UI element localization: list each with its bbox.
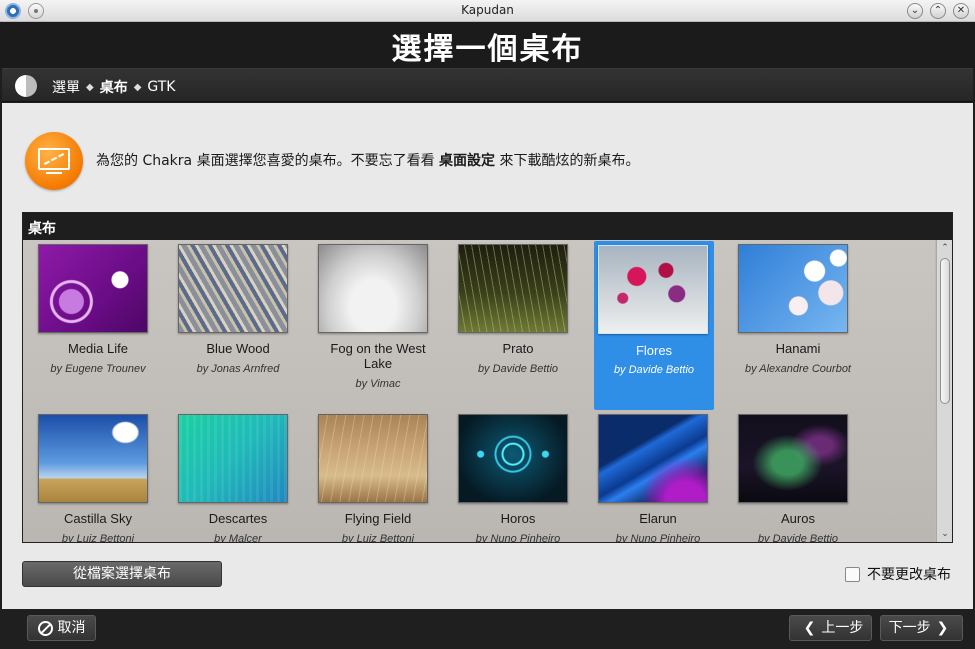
wallpaper-thumbnail (38, 414, 148, 503)
keep-wallpaper-option[interactable]: 不要更改桌布 (845, 564, 951, 584)
wallpaper-item-blue-wood[interactable]: Blue Wood by Jonas Arnfred (168, 240, 288, 410)
close-button[interactable]: ✕ (953, 3, 969, 19)
wallpaper-name: Horos (500, 511, 536, 526)
wallpaper-author: by Nuno Pinheiro (475, 533, 561, 542)
wallpaper-group-heading: 桌布 (23, 213, 952, 240)
wallpaper-author: by Eugene Trounev (50, 363, 146, 375)
intro-text: 為您的 Chakra 桌面選擇您喜愛的桌布。不要忘了看看 桌面設定 來下載酷炫的… (96, 150, 639, 170)
wallpaper-grid[interactable]: Media Life by Eugene Trounev Blue Wood b… (23, 240, 935, 542)
wallpaper-author: by Davide Bettio (757, 533, 839, 542)
wallpaper-item-media-life[interactable]: Media Life by Eugene Trounev (28, 240, 148, 410)
footer-bar: 取消 ❮ 上一步 下一步 ❯ (0, 609, 975, 649)
next-button[interactable]: 下一步 ❯ (880, 615, 963, 641)
wallpaper-name: Prato (502, 341, 534, 356)
wallpaper-item-elarun[interactable]: Elarun by Nuno Pinheiro (588, 410, 708, 542)
chakra-moon-icon (15, 75, 37, 97)
wallpaper-item-flying-field[interactable]: Flying Field by Luiz Bettoni (308, 410, 428, 542)
chevron-left-icon: ❮ (803, 620, 816, 636)
wallpaper-item-castilla-sky[interactable]: Castilla Sky by Luiz Bettoni (28, 410, 148, 542)
wallpaper-thumbnail (318, 244, 428, 333)
wallpaper-thumbnail (318, 414, 428, 503)
wallpaper-thumbnail (458, 244, 568, 333)
wallpaper-name: Flores (635, 343, 673, 358)
wallpaper-name: Hanami (775, 341, 821, 356)
wallpaper-thumbnail (178, 414, 288, 503)
wallpaper-author: by Malcer (214, 533, 262, 542)
wallpaper-item-hanami[interactable]: Hanami by Alexandre Courbot (728, 240, 851, 410)
wallpaper-thumbnail (458, 414, 568, 503)
wallpaper-author: by Luiz Bettoni (341, 533, 415, 542)
wallpaper-group: 桌布 Media Life by Eugene Trounev Blue Woo… (22, 212, 953, 543)
scroll-up-icon[interactable]: ⌃ (938, 241, 952, 255)
vertical-scrollbar[interactable]: ⌃ ⌄ (936, 240, 952, 542)
page-title: 選擇一個桌布 (391, 32, 584, 67)
cancel-label: 取消 (57, 620, 86, 636)
wallpaper-thumbnail (738, 244, 848, 333)
wallpaper-thumbnail (598, 245, 708, 334)
wallpaper-thumbnail (598, 414, 708, 503)
minimize-button[interactable]: ⌄ (907, 3, 923, 19)
wallpaper-author: by Vimac (355, 378, 401, 390)
wallpaper-name: Fog on the West Lake (330, 341, 426, 371)
wallpaper-author: by Davide Bettio (613, 364, 695, 376)
wallpaper-item-descartes[interactable]: Descartes by Malcer (168, 410, 288, 542)
wallpaper-author: by Nuno Pinheiro (615, 533, 701, 542)
scroll-down-icon[interactable]: ⌄ (938, 527, 952, 541)
breadcrumb-item-menu: 選單 (52, 80, 80, 96)
cancel-button[interactable]: 取消 (27, 615, 96, 641)
wallpaper-name: Media Life (68, 341, 128, 356)
wallpaper-author: by Luiz Bettoni (61, 533, 135, 542)
wallpaper-name: Blue Wood (206, 341, 270, 356)
intro-text-part: 來下載酷炫的新桌布。 (495, 153, 640, 169)
wallpaper-icon (25, 132, 83, 190)
window-title: Kapudan (461, 3, 514, 17)
next-label: 下一步 (888, 620, 931, 636)
breadcrumb-item-next: GTK (147, 79, 176, 95)
wallpaper-name: Castilla Sky (64, 511, 132, 526)
desktop-settings-link: 桌面設定 (439, 153, 496, 169)
wallpaper-thumbnail (178, 244, 288, 333)
wallpaper-author: by Alexandre Courbot (745, 363, 851, 375)
wallpaper-item-flores[interactable]: Flores by Davide Bettio (594, 241, 714, 410)
wallpaper-item-prato[interactable]: Prato by Davide Bettio (448, 240, 568, 410)
wallpaper-name: Flying Field (344, 511, 412, 526)
cancel-icon (37, 620, 53, 636)
window-titlebar[interactable]: Kapudan ⌄ ⌃ ✕ (0, 0, 975, 22)
breadcrumb-separator-icon: ◆ (86, 81, 94, 93)
wallpaper-item-auros[interactable]: Auros by Davide Bettio (728, 410, 848, 542)
breadcrumb: 選單 ◆ 桌布 ◆ GTK (2, 68, 973, 102)
breadcrumb-separator-icon: ◆ (133, 81, 142, 93)
wallpaper-name: Descartes (208, 511, 268, 526)
wallpaper-name: Elarun (639, 511, 677, 526)
back-button[interactable]: ❮ 上一步 (789, 615, 872, 641)
main-panel: 為您的 Chakra 桌面選擇您喜愛的桌布。不要忘了看看 桌面設定 來下載酷炫的… (2, 103, 973, 609)
wallpaper-name: Auros (781, 511, 815, 526)
keep-wallpaper-label: 不要更改桌布 (867, 567, 951, 583)
wallpaper-thumbnail (38, 244, 148, 333)
page-header: 選擇一個桌布 (0, 22, 975, 68)
intro-text-part: 為您的 Chakra 桌面選擇您喜愛的桌布。不要忘了看看 (96, 153, 440, 169)
keep-wallpaper-checkbox[interactable] (845, 566, 860, 582)
wallpaper-item-horos[interactable]: Horos by Nuno Pinheiro (448, 410, 568, 542)
wallpaper-author: by Davide Bettio (477, 363, 559, 375)
choose-from-file-button[interactable]: 從檔案選擇桌布 (22, 561, 222, 587)
wallpaper-author: by Jonas Arnfred (196, 363, 280, 375)
wallpaper-thumbnail (738, 414, 848, 503)
scrollbar-handle[interactable] (940, 258, 950, 404)
back-label: 上一步 (821, 620, 864, 636)
chevron-right-icon: ❯ (936, 620, 949, 636)
wallpaper-item-fog-on-the-west-lake[interactable]: Fog on the West Lake by Vimac (308, 240, 428, 410)
maximize-button[interactable]: ⌃ (930, 3, 946, 19)
breadcrumb-item-current: 桌布 (99, 80, 128, 96)
